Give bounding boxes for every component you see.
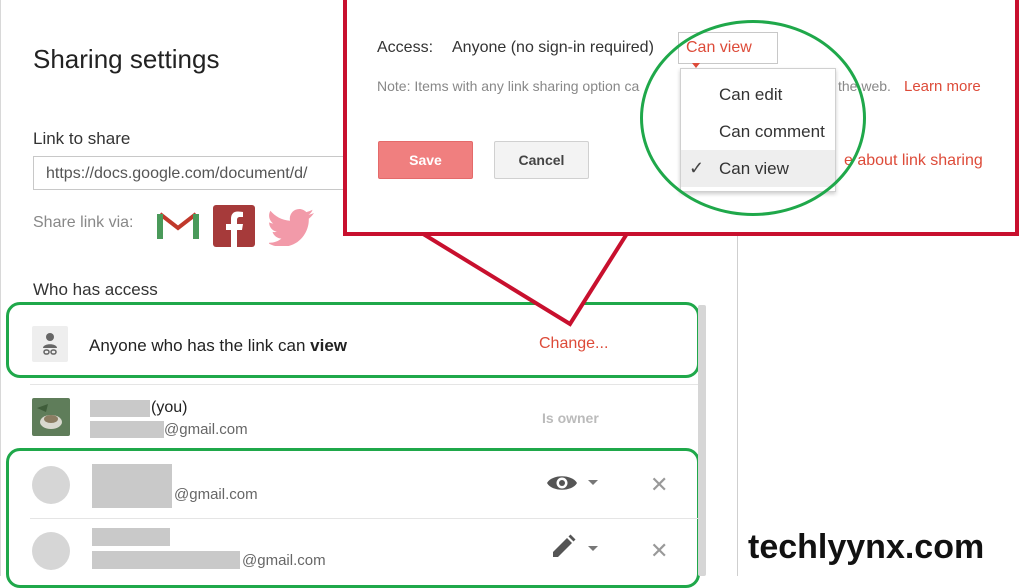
- link-sharing-link[interactable]: e about link sharing: [844, 152, 983, 170]
- link-access-text: Anyone who has the link can view: [89, 336, 348, 355]
- user-email-redacted: [92, 551, 240, 569]
- link-to-share-label: Link to share: [33, 129, 131, 148]
- share-link-input[interactable]: https://docs.google.com/document/d/: [33, 156, 363, 190]
- callout-pointer: [420, 232, 631, 327]
- owner-row: (you) @gmail.com Is owner: [14, 390, 698, 444]
- owner-email-domain: @gmail.com: [164, 421, 248, 438]
- change-link[interactable]: Change...: [539, 335, 608, 353]
- access-label: Access:: [377, 39, 434, 56]
- menu-highlight-circle: [640, 20, 866, 216]
- user-row: @gmail.com ✕: [14, 522, 698, 576]
- access-list-scrollbar[interactable]: [698, 305, 706, 576]
- permission-dropdown[interactable]: [546, 470, 602, 498]
- user-name-redacted: [92, 528, 170, 546]
- brand-watermark: techlyynx.com: [748, 528, 985, 566]
- permission-dropdown[interactable]: [550, 534, 606, 562]
- user-row: @gmail.com ✕: [14, 456, 698, 514]
- chevron-down-icon: [588, 546, 598, 551]
- owner-you-label: (you): [151, 399, 188, 416]
- gmail-icon[interactable]: [157, 209, 199, 241]
- eye-icon: [547, 476, 577, 490]
- cancel-button[interactable]: Cancel: [494, 141, 589, 179]
- chevron-down-icon: [588, 480, 598, 485]
- user-avatar: [32, 532, 70, 570]
- who-has-access-label: Who has access: [33, 280, 158, 299]
- owner-role: Is owner: [542, 410, 599, 426]
- row-divider: [30, 384, 698, 385]
- owner-name-redacted: [90, 400, 150, 417]
- remove-user-button[interactable]: ✕: [650, 472, 668, 498]
- note-text: Note: Items with any link sharing option…: [377, 78, 640, 94]
- save-button[interactable]: Save: [378, 141, 473, 179]
- pencil-icon: [553, 534, 576, 557]
- twitter-icon[interactable]: [269, 208, 315, 246]
- row-divider: [30, 518, 698, 519]
- share-via-label: Share link via:: [33, 214, 134, 231]
- dialog-title: Sharing settings: [33, 44, 220, 74]
- facebook-icon[interactable]: [213, 205, 255, 247]
- access-value: Anyone (no sign-in required): [452, 39, 654, 56]
- user-email-domain: @gmail.com: [242, 552, 326, 569]
- owner-email-redacted: [90, 421, 164, 438]
- user-email-domain: @gmail.com: [174, 486, 258, 503]
- user-email-redacted: [92, 464, 172, 508]
- learn-more-link[interactable]: Learn more: [904, 78, 981, 95]
- user-avatar: [32, 466, 70, 504]
- owner-avatar: [32, 398, 70, 436]
- remove-user-button[interactable]: ✕: [650, 538, 668, 564]
- link-user-icon: [32, 326, 68, 362]
